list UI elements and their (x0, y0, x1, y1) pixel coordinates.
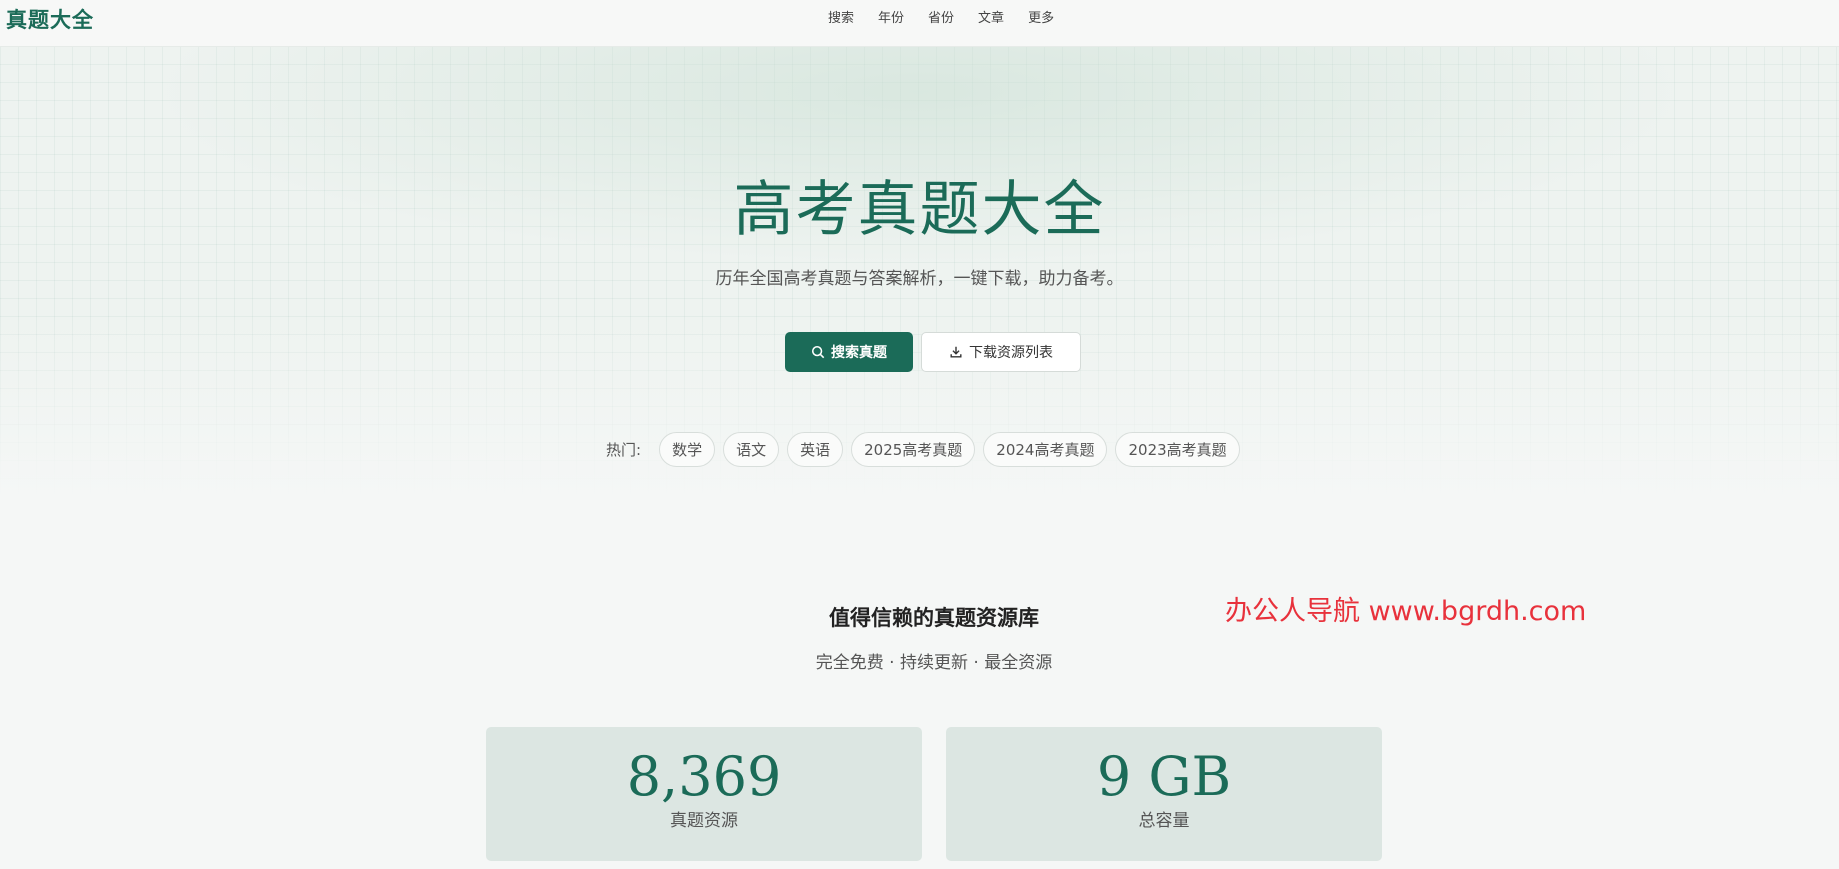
hero-section: 高考真题大全 历年全国高考真题与答案解析，一键下载，助力备考。 搜索真题 下载资… (0, 47, 1839, 497)
search-questions-label: 搜索真题 (831, 345, 887, 361)
download-list-label: 下载资源列表 (969, 345, 1053, 361)
hot-tag-english[interactable]: 英语 (787, 432, 844, 467)
top-navbar: 真题大全 搜索 年份 省份 文章 更多 (0, 0, 1839, 47)
stat-label: 总容量 (1138, 811, 1190, 831)
hot-tag-chinese[interactable]: 语文 (723, 432, 780, 467)
stat-label: 真题资源 (670, 811, 738, 831)
nav-item-search[interactable]: 搜索 (828, 10, 854, 28)
nav-item-more[interactable]: 更多 (1028, 10, 1054, 28)
hot-tag-2023[interactable]: 2023高考真题 (1115, 432, 1240, 467)
download-icon (950, 346, 962, 358)
search-questions-button[interactable]: 搜索真题 (785, 332, 913, 372)
stat-value: 9 GB (1096, 745, 1232, 808)
download-list-button[interactable]: 下载资源列表 (921, 332, 1081, 372)
trust-section-subtitle: 完全免费 · 持续更新 · 最全资源 (815, 653, 1053, 673)
nav-item-province[interactable]: 省份 (928, 10, 954, 28)
hot-label: 热门: (606, 441, 642, 459)
search-icon (811, 345, 825, 359)
nav-item-year[interactable]: 年份 (878, 10, 904, 28)
hot-tag-math[interactable]: 数学 (659, 432, 716, 467)
hero-actions: 搜索真题 下载资源列表 (785, 332, 1081, 372)
stat-card-resources: 8,369 真题资源 (486, 727, 922, 861)
stat-card-capacity: 9 GB 总容量 (946, 727, 1382, 861)
site-logo[interactable]: 真题大全 (6, 4, 94, 34)
hero-subtitle: 历年全国高考真题与答案解析，一键下载，助力备考。 (715, 269, 1124, 289)
nav-item-articles[interactable]: 文章 (978, 10, 1004, 28)
watermark-text: 办公人导航 www.bgrdh.com (1225, 596, 1587, 627)
hot-tag-2024[interactable]: 2024高考真题 (983, 432, 1108, 467)
hot-tags: 热门: 数学 语文 英语 2025高考真题 2024高考真题 2023高考真题 (606, 432, 1240, 467)
stat-value: 8,369 (626, 745, 782, 808)
hot-tag-2025[interactable]: 2025高考真题 (851, 432, 976, 467)
main-nav: 搜索 年份 省份 文章 更多 (828, 10, 1054, 28)
hero-title: 高考真题大全 (733, 175, 1106, 245)
